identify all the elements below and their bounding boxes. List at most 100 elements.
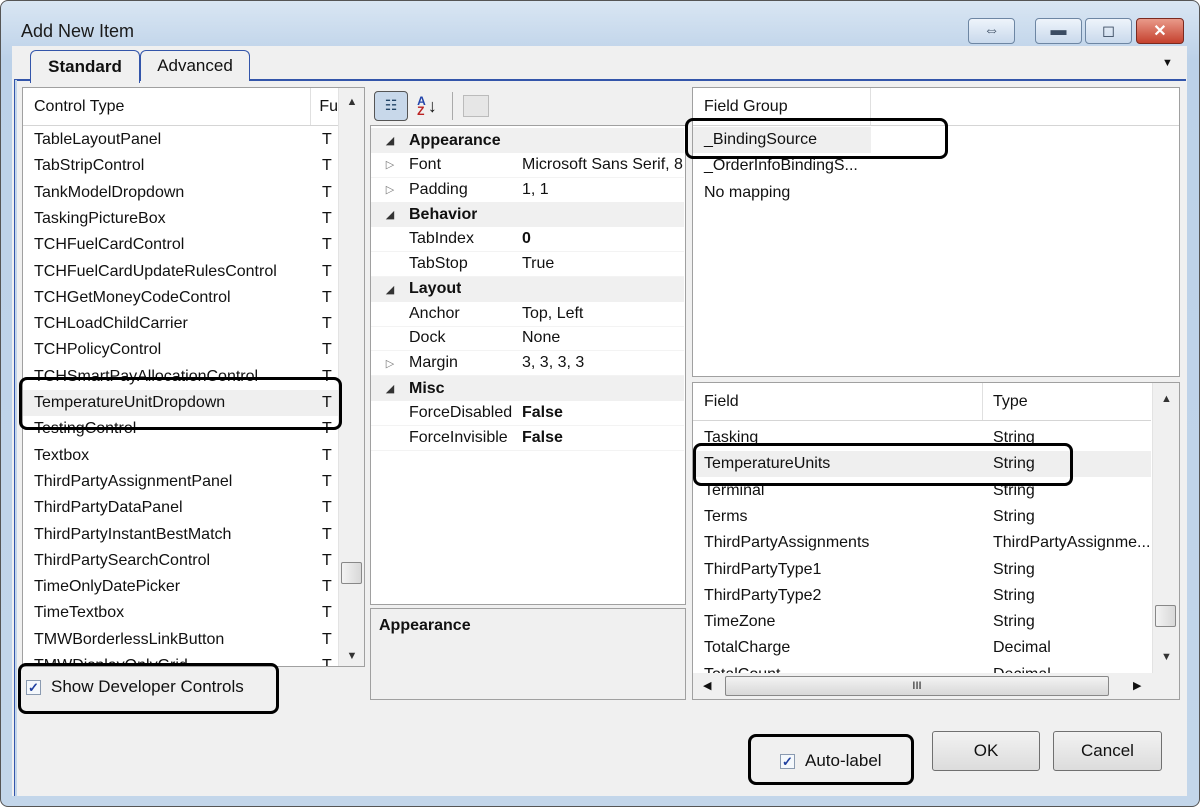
field-row[interactable]: ThirdPartyType1 String xyxy=(693,557,1151,583)
show-developer-controls-checkbox[interactable]: ✓ Show Developer Controls xyxy=(26,677,244,697)
column-header-fu[interactable]: Fu xyxy=(311,98,338,116)
fields-list[interactable]: Field Type Tasking String TemperatureUnits… xyxy=(692,382,1180,700)
property-value[interactable]: 1, 1 xyxy=(522,181,684,199)
list-item[interactable]: TaskingPictureBox T xyxy=(23,206,338,232)
field-row[interactable]: TimeZone String xyxy=(693,609,1151,635)
list-item[interactable]: Textbox T xyxy=(23,443,338,469)
list-item[interactable]: TimeOnlyDatePicker T xyxy=(23,574,338,600)
scroll-thumb[interactable] xyxy=(341,562,362,584)
property-value[interactable]: True xyxy=(522,255,684,273)
tab-standard[interactable]: Standard xyxy=(30,50,140,83)
list-item[interactable]: TankModelDropdown T xyxy=(23,180,338,206)
auto-label-checkbox[interactable]: ✓ Auto-label xyxy=(780,751,882,771)
hscroll-thumb[interactable]: III xyxy=(725,676,1109,696)
property-value[interactable]: 0 xyxy=(522,230,684,248)
field-row[interactable]: ThirdPartyType2 String xyxy=(693,583,1151,609)
control-list-scrollbar[interactable]: ▲ ▼ xyxy=(338,88,364,666)
expand-icon[interactable]: ▷ xyxy=(371,183,409,196)
tab-advanced[interactable]: Advanced xyxy=(140,50,250,81)
field-row[interactable]: Tasking String xyxy=(693,425,1151,451)
list-item[interactable]: ThirdPartyInstantBestMatch T xyxy=(23,522,338,548)
field-row[interactable]: Terminal String xyxy=(693,478,1151,504)
property-value[interactable]: Microsoft Sans Serif, 8 xyxy=(522,156,684,174)
scroll-left-icon[interactable]: ◀ xyxy=(703,679,711,692)
list-item[interactable]: TMWBorderlessLinkButton T xyxy=(23,627,338,653)
list-item[interactable]: TabStripControl T xyxy=(23,153,338,179)
scroll-up-icon[interactable]: ▲ xyxy=(1153,393,1179,405)
field-group-item[interactable]: No mapping xyxy=(693,180,871,206)
scroll-thumb[interactable] xyxy=(1155,605,1176,627)
maximize-button[interactable]: ◻ xyxy=(1085,18,1132,44)
property-value[interactable]: False xyxy=(522,404,684,422)
list-item[interactable]: ThirdPartyDataPanel T xyxy=(23,495,338,521)
property-row[interactable]: Dock None xyxy=(371,326,684,352)
list-item[interactable]: TCHSmartPayAllocationControl T xyxy=(23,364,338,390)
collapse-icon[interactable]: ◢ xyxy=(371,283,409,296)
checkbox-checked-icon[interactable]: ✓ xyxy=(780,753,795,769)
collapse-icon[interactable]: ◢ xyxy=(371,382,409,395)
list-item[interactable]: TemperatureUnitDropdown T xyxy=(23,390,338,416)
fields-vscrollbar[interactable]: ▲ ▼ xyxy=(1152,383,1179,673)
list-item[interactable]: TCHGetMoneyCodeControl T xyxy=(23,285,338,311)
field-row[interactable]: Terms String xyxy=(693,504,1151,530)
list-item[interactable]: ThirdPartySearchControl T xyxy=(23,548,338,574)
scroll-down-icon[interactable]: ▼ xyxy=(1153,651,1179,663)
property-value[interactable]: Top, Left xyxy=(522,305,684,323)
cancel-button[interactable]: Cancel xyxy=(1053,731,1162,771)
tab-menu-icon[interactable]: ▼ xyxy=(1162,57,1173,69)
list-item[interactable]: ThirdPartyAssignmentPanel T xyxy=(23,469,338,495)
property-category[interactable]: ◢ Appearance xyxy=(371,128,684,153)
field-row[interactable]: ThirdPartyAssignments ThirdPartyAssignme.… xyxy=(693,530,1151,556)
property-category[interactable]: ◢ Behavior xyxy=(371,202,684,228)
property-row[interactable]: Anchor Top, Left xyxy=(371,302,684,327)
close-button[interactable]: ✕ xyxy=(1136,18,1184,44)
expand-icon[interactable]: ▷ xyxy=(371,357,409,370)
list-item[interactable]: TCHPolicyControl T xyxy=(23,337,338,363)
property-row[interactable]: ▷ Margin 3, 3, 3, 3 xyxy=(371,351,684,377)
list-item[interactable]: TCHLoadChildCarrier T xyxy=(23,311,338,337)
field-row[interactable]: TemperatureUnits String xyxy=(693,451,1151,478)
field-row[interactable]: TotalCharge Decimal xyxy=(693,635,1151,661)
list-item[interactable]: TableLayoutPanel T xyxy=(23,127,338,153)
control-type-list[interactable]: Control Type Fu TableLayoutPanel T TabStri… xyxy=(22,87,365,667)
alphabetical-icon[interactable]: A Z ↓ xyxy=(412,91,442,121)
field-group-item[interactable]: _OrderInfoBindingS... xyxy=(693,153,871,179)
property-row[interactable]: ForceInvisible False xyxy=(371,426,684,451)
list-item[interactable]: TCHFuelCardControl T xyxy=(23,232,338,258)
list-item[interactable]: TestingControl T xyxy=(23,416,338,442)
property-value[interactable]: 3, 3, 3, 3 xyxy=(522,354,684,372)
fields-hscrollbar[interactable]: ◀ III ▶ xyxy=(693,673,1179,699)
resize-button[interactable]: ⇔ xyxy=(968,18,1015,44)
categorized-icon[interactable]: ☷ xyxy=(374,90,408,121)
checkbox-checked-icon[interactable]: ✓ xyxy=(26,679,41,695)
property-row[interactable]: ForceDisabled False xyxy=(371,401,684,426)
property-category[interactable]: ◢ Misc xyxy=(371,376,684,401)
field-group-item[interactable]: _BindingSource xyxy=(693,127,871,153)
minimize-button[interactable]: ▬ xyxy=(1035,18,1082,44)
expand-icon[interactable]: ▷ xyxy=(371,158,409,171)
column-header-field[interactable]: Field xyxy=(693,383,983,420)
property-name: Anchor xyxy=(409,304,460,322)
property-value[interactable]: False xyxy=(522,429,684,447)
scroll-up-icon[interactable]: ▲ xyxy=(339,96,364,108)
property-row[interactable]: TabStop True xyxy=(371,252,684,277)
collapse-icon[interactable]: ◢ xyxy=(371,208,409,221)
column-header-type[interactable]: Type xyxy=(983,393,1028,411)
property-grid[interactable]: ◢ Appearance ▷ Font Microsoft Sans Serif, 8 ▷… xyxy=(370,125,686,605)
ok-button[interactable]: OK xyxy=(932,731,1040,771)
column-header-control-type[interactable]: Control Type xyxy=(23,88,312,125)
scroll-down-icon[interactable]: ▼ xyxy=(339,650,364,662)
list-item[interactable]: TMWDisplayOnlyGrid T xyxy=(23,653,338,666)
list-item[interactable]: TCHFuelCardUpdateRulesControl T xyxy=(23,259,338,285)
property-row[interactable]: ▷ Font Microsoft Sans Serif, 8 xyxy=(371,153,684,178)
property-value[interactable]: None xyxy=(522,329,684,347)
property-row[interactable]: ▷ Padding 1, 1 xyxy=(371,178,684,203)
property-row[interactable]: TabIndex 0 xyxy=(371,227,684,253)
column-header-field-group[interactable]: Field Group xyxy=(693,88,871,125)
list-item[interactable]: TimeTextbox T xyxy=(23,600,338,626)
collapse-icon[interactable]: ◢ xyxy=(371,134,409,147)
scroll-right-icon[interactable]: ▶ xyxy=(1133,679,1141,692)
property-pages-icon[interactable] xyxy=(463,94,489,117)
field-group-list[interactable]: Field Group _BindingSource _OrderInfoBind… xyxy=(692,87,1180,377)
property-category[interactable]: ◢ Layout xyxy=(371,276,684,302)
